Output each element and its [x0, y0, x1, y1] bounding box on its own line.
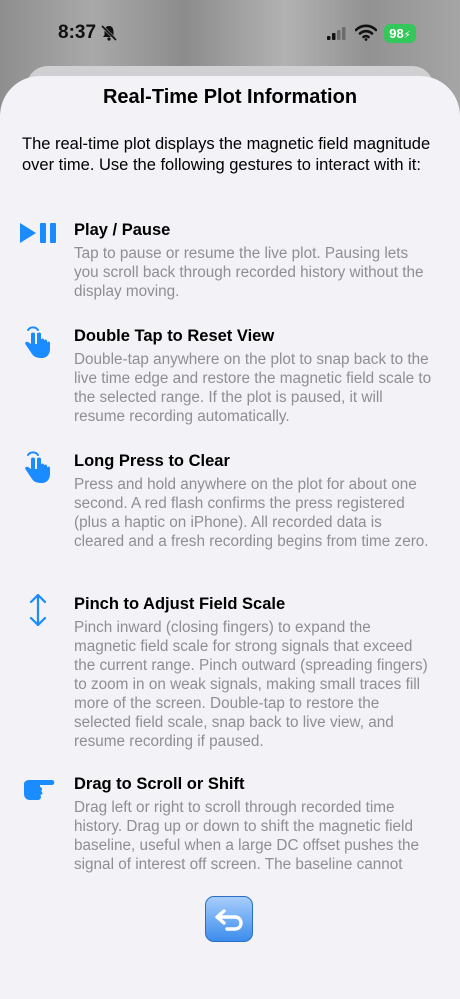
section-title: Long Press to Clear [74, 452, 230, 470]
section-title: Drag to Scroll or Shift [74, 775, 245, 793]
battery-level: 98 [389, 26, 404, 41]
pointing-hand-icon [18, 774, 62, 804]
section-body: Press and hold anywhere on the plot for … [74, 476, 429, 550]
status-bar: 8:37 98⚡ [0, 0, 460, 66]
section-title: Pinch to Adjust Field Scale [74, 595, 286, 613]
tap-hand-icon [18, 326, 62, 358]
section-body: Drag left or right to scroll through rec… [74, 799, 419, 873]
return-button[interactable] [205, 896, 253, 942]
charging-bolt-icon: ⚡ [403, 30, 411, 41]
section-body: Tap to pause or resume the live plot. Pa… [74, 245, 424, 300]
wifi-icon [354, 24, 378, 46]
section-title: Double Tap to Reset View [74, 327, 275, 345]
info-sheet: Real-Time Plot Information The real-time… [0, 76, 460, 999]
section-title: Play / Pause [74, 221, 171, 239]
section-body: Double-tap anywhere on the plot to snap … [74, 351, 432, 425]
intro-text: The real-time plot displays the magnetic… [22, 135, 431, 174]
status-time: 8:37 [58, 22, 97, 43]
section-body: Pinch inward (closing fingers) to expand… [74, 619, 428, 750]
return-arrow-icon [215, 909, 243, 931]
sheet-title: Real-Time Plot Information [102, 86, 358, 108]
battery-indicator: 98⚡ [384, 24, 416, 43]
play-pause-icon [18, 220, 62, 250]
tap-hand-icon [18, 451, 62, 483]
cellular-signal-icon [327, 27, 347, 45]
vertical-arrows-icon [18, 593, 62, 627]
bell-muted-icon [100, 24, 118, 47]
